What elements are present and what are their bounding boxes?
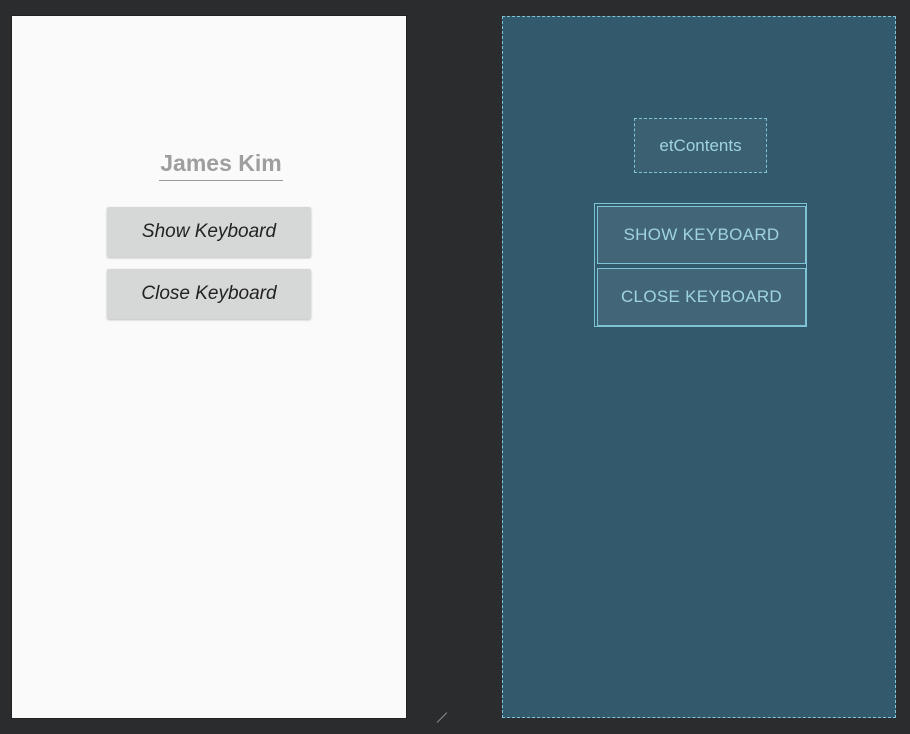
blueprint-close-keyboard-button[interactable]: CLOSE KEYBOARD (597, 268, 806, 326)
show-keyboard-button[interactable]: Show Keyboard (107, 207, 311, 257)
contents-edit-text[interactable]: James Kim (159, 146, 283, 181)
blueprint-view-preview[interactable]: etContents SHOW KEYBOARD CLOSE KEYBOARD (502, 16, 896, 718)
blueprint-edit-text[interactable]: etContents (634, 118, 767, 173)
blueprint-button-group[interactable]: SHOW KEYBOARD CLOSE KEYBOARD (594, 203, 807, 327)
design-view-preview[interactable]: James Kim Show Keyboard Close Keyboard (12, 16, 406, 718)
blueprint-show-keyboard-button[interactable]: SHOW KEYBOARD (597, 206, 806, 264)
close-keyboard-button[interactable]: Close Keyboard (107, 269, 311, 319)
layout-editor-canvas: James Kim Show Keyboard Close Keyboard e… (0, 0, 910, 734)
resize-handle-icon[interactable] (436, 712, 448, 723)
